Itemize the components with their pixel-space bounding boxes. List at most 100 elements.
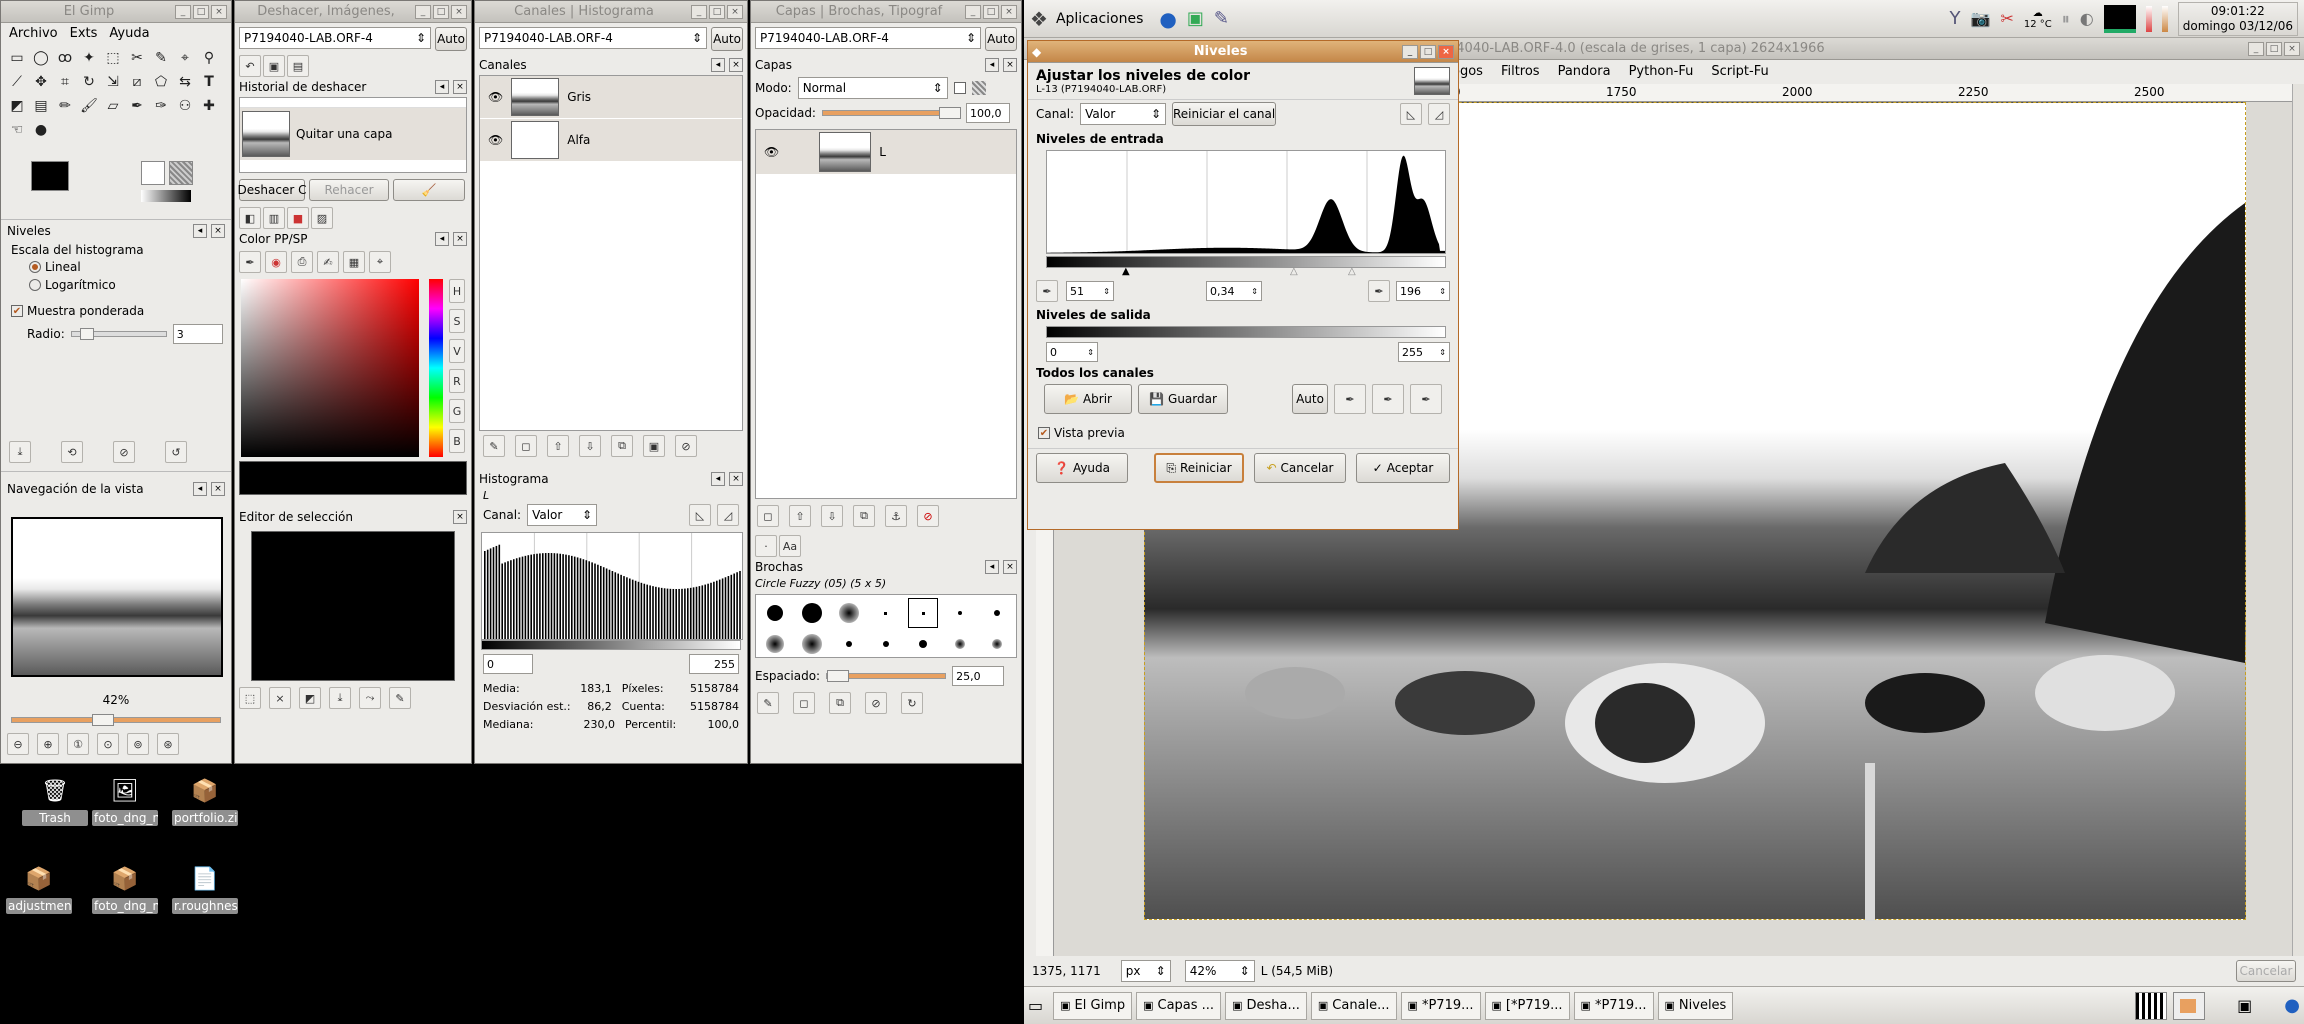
save-button[interactable]: 💾 Guardar — [1138, 384, 1228, 414]
reset-icon[interactable]: ↺ — [165, 441, 187, 463]
levels-titlebar[interactable]: ◆ Niveles _ □ × — [1028, 41, 1458, 63]
auto-button[interactable]: Auto — [985, 27, 1017, 51]
save-preset-icon[interactable]: ⤓ — [9, 441, 31, 463]
rect-select-icon[interactable]: ▭ — [5, 46, 29, 70]
zoom-out-icon[interactable]: ⊖ — [7, 733, 29, 755]
fg-bg-tab-icon[interactable]: ◧ — [239, 207, 261, 229]
fuzzy-select-icon[interactable]: ✦ — [77, 46, 101, 70]
to-selection-icon[interactable]: ▣ — [643, 435, 665, 457]
scale-linear-radio[interactable]: Lineal — [11, 260, 226, 274]
hist-channel-combo[interactable]: Valor ⇕ — [527, 504, 598, 526]
crop-icon[interactable]: ⌗ — [53, 70, 77, 94]
zoom-icon[interactable]: ⚲ — [197, 46, 221, 70]
workspace-2[interactable] — [2173, 991, 2206, 1020]
measure-icon[interactable]: ⟋ — [5, 70, 29, 94]
save-to-channel-icon[interactable]: ⤓ — [329, 687, 351, 709]
flip-icon[interactable]: ⇆ — [173, 70, 197, 94]
close-icon[interactable]: × — [1001, 4, 1017, 19]
auto-levels-button[interactable]: Auto — [1292, 384, 1328, 414]
tools-icon[interactable]: ✂ — [2000, 9, 2013, 28]
close-icon[interactable]: × — [1438, 44, 1454, 59]
delete-icon[interactable]: ⊘ — [113, 441, 135, 463]
linear-hist-icon[interactable]: ◺ — [689, 504, 711, 526]
minimize-icon[interactable]: _ — [1402, 44, 1418, 59]
text-icon[interactable]: T — [197, 70, 221, 94]
eye-icon[interactable]: 👁 — [488, 90, 503, 104]
high-input-spin[interactable]: 196 ⇕ — [1396, 281, 1450, 301]
rotate-icon[interactable]: ↻ — [77, 70, 101, 94]
status-cancel-button[interactable]: Cancelar — [2236, 960, 2296, 982]
dock-close-icon[interactable]: × — [453, 510, 467, 524]
levels-channel-combo[interactable]: Valor ⇕ — [1080, 103, 1167, 125]
dock-close-icon[interactable]: × — [1003, 58, 1017, 72]
toggle-r[interactable]: R — [449, 369, 465, 393]
lasso-icon[interactable]: ꝏ — [53, 46, 77, 70]
color-select-icon[interactable]: ⬚ — [101, 46, 125, 70]
desktop-icon[interactable]: 📄 r.roughness — [172, 864, 238, 914]
low-output-spin[interactable]: 0 ⇕ — [1046, 342, 1098, 362]
minimize-icon[interactable]: _ — [691, 4, 707, 19]
desktop-icon[interactable]: 📦foto_dng_n... — [92, 864, 158, 914]
weighted-checkbox[interactable]: ✔ Muestra ponderada — [11, 304, 226, 318]
delete-icon[interactable]: ⊘ — [675, 435, 697, 457]
layers-titlebar[interactable]: Capas | Brochas, Tipograf _ □ × — [751, 1, 1021, 23]
scale-log-radio[interactable]: Logarítmico — [11, 278, 226, 292]
airbrush-icon[interactable]: ✒ — [125, 94, 149, 118]
maximize-icon[interactable]: □ — [2266, 41, 2282, 56]
volume-icon[interactable]: ◐ — [2080, 9, 2094, 28]
task-button[interactable]: ▣ Desha... — [1225, 991, 1307, 1020]
scales-icon[interactable]: ✒ — [239, 251, 261, 273]
radius-spin[interactable]: 3 — [172, 324, 223, 344]
dock-close-icon[interactable]: × — [1003, 560, 1017, 574]
show-desktop-icon[interactable]: ▭ — [1028, 996, 1043, 1015]
opacity-slider[interactable] — [821, 107, 961, 119]
redo-button[interactable]: Rehacer — [309, 179, 389, 201]
gamma-spin[interactable]: 0,34 ⇕ — [1206, 281, 1262, 301]
black-picker-icon[interactable]: ✒ — [1334, 384, 1366, 414]
histogram-view[interactable] — [481, 532, 743, 640]
delete-icon[interactable]: ⊘ — [865, 692, 887, 714]
restore-icon[interactable]: ⟲ — [61, 441, 83, 463]
dock-menu-icon[interactable]: ◂ — [985, 58, 999, 72]
refresh-icon[interactable]: ↻ — [901, 692, 923, 714]
minimize-icon[interactable]: _ — [415, 4, 431, 19]
dock-menu-icon[interactable]: ◂ — [193, 482, 207, 496]
minimize-icon[interactable]: _ — [175, 4, 191, 19]
task-button[interactable]: ▣ *P719... — [1573, 991, 1654, 1020]
v-scrollbar[interactable] — [2292, 84, 2304, 972]
navigation-preview[interactable] — [11, 517, 223, 677]
menu-exts[interactable]: Exts — [70, 26, 98, 41]
wheel-icon[interactable]: ◉ — [265, 251, 287, 273]
fg-bg-colors[interactable] — [31, 161, 91, 209]
images-tab-icon[interactable]: ▣ — [263, 55, 285, 77]
clone-icon[interactable]: ⚇ — [173, 94, 197, 118]
raise-icon[interactable]: ⇧ — [547, 435, 569, 457]
globe-icon[interactable]: ● — [2284, 995, 2300, 1016]
edit-brush-icon[interactable]: ✎ — [757, 692, 779, 714]
dock-menu-icon[interactable]: ◂ — [711, 58, 725, 72]
menu-pandora[interactable]: Pandora — [1558, 64, 1611, 79]
close-icon[interactable]: × — [727, 4, 743, 19]
menu-filtros[interactable]: Filtros — [1501, 64, 1540, 79]
task-button[interactable]: ▣ Canale... — [1310, 991, 1397, 1020]
help-button[interactable]: ❓ Ayuda — [1036, 453, 1128, 483]
dodge-icon[interactable]: ● — [29, 118, 53, 142]
dock-close-icon[interactable]: × — [453, 80, 467, 94]
spacing-spin[interactable]: 25,0 — [952, 666, 1005, 686]
move-icon[interactable]: ✥ — [29, 70, 53, 94]
browser-icon[interactable]: ● — [1159, 7, 1176, 31]
templates-tab-icon[interactable]: ▤ — [287, 55, 309, 77]
duplicate-icon[interactable]: ⧉ — [853, 505, 875, 527]
clock[interactable]: 09:01:22 domingo 03/12/06 — [2177, 1, 2298, 36]
shrink-wrap-icon[interactable]: ⊛ — [157, 733, 179, 755]
paths-icon[interactable]: ✎ — [149, 46, 173, 70]
fg-color[interactable] — [31, 161, 69, 191]
hist-range-min[interactable]: 0 — [483, 654, 533, 674]
zoom-fit-icon[interactable]: ⊙ — [97, 733, 119, 755]
smudge-icon[interactable]: ☜ — [5, 118, 29, 142]
desktop-icon[interactable]: 📦adjustmen... — [6, 864, 72, 914]
camera-icon[interactable]: 📷 — [1971, 9, 1991, 28]
history-item[interactable]: Quitar una capa — [240, 108, 466, 160]
image-combo[interactable]: P7194040-LAB.ORF-4 ⇕ — [479, 27, 707, 49]
dock-close-icon[interactable]: × — [729, 472, 743, 486]
